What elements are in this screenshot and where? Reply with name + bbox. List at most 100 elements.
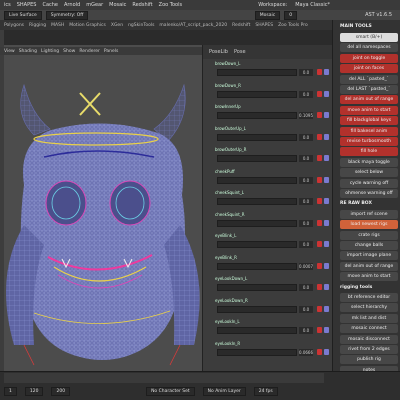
select-icon[interactable] [324, 241, 329, 247]
anim-layer-dropdown[interactable]: No Anim Layer [202, 386, 246, 396]
tool-button[interactable]: mosaic connect [340, 324, 398, 334]
workspace-value[interactable]: Maya Classic* [295, 2, 330, 8]
tool-button[interactable]: crate rigs [340, 230, 398, 240]
tool-button[interactable]: cycle warning off [340, 178, 398, 188]
tool-button[interactable]: rivet from 2 edges [340, 345, 398, 354]
tool-button[interactable]: load newest rigs [340, 220, 398, 230]
attribute-slider[interactable] [217, 327, 297, 334]
select-icon[interactable] [324, 112, 329, 118]
shelf-tab[interactable]: Redshift [232, 23, 250, 28]
shelf-tab[interactable]: MASH [51, 23, 64, 28]
viewport-menu-item[interactable]: Renderer [79, 49, 100, 54]
tool-button[interactable]: smart (B/+) [340, 33, 398, 42]
attribute-slider[interactable] [217, 90, 297, 98]
tool-button[interactable]: del anim out of range [340, 261, 398, 271]
menu-item[interactable]: Mosaic [109, 2, 126, 8]
viewport-menu-item[interactable]: View [4, 49, 15, 54]
key-icon[interactable] [317, 198, 322, 204]
attribute-value-field[interactable]: 0.0 [299, 198, 313, 205]
tool-button[interactable]: black maya toggle [340, 157, 398, 167]
fps-dropdown[interactable]: 24 fps [253, 386, 278, 396]
attribute-value-field[interactable]: 0.0 [299, 176, 313, 184]
start-frame-field[interactable]: 1 [4, 386, 17, 396]
shelf-tab[interactable]: SHAPES [255, 23, 273, 28]
attribute-value-field[interactable]: 0.1095 [299, 112, 313, 119]
shelf-tab[interactable]: malenko/AT_script_pack_2020 [159, 23, 227, 28]
attribute-slider[interactable] [217, 69, 297, 76]
numeric-field[interactable]: 0 [284, 10, 298, 20]
tool-button[interactable]: move anim to start [340, 105, 398, 115]
tool-button[interactable]: del all namespaces [340, 43, 398, 53]
key-icon[interactable] [317, 176, 322, 183]
select-icon[interactable] [324, 305, 329, 312]
shelf-tab[interactable]: ngSkinTools [128, 23, 154, 28]
shelf-tab[interactable]: XGen [111, 23, 123, 28]
character-set-dropdown[interactable]: No Character Set [146, 386, 195, 396]
key-icon[interactable] [317, 241, 322, 247]
range-start-field[interactable]: 120 [24, 386, 44, 396]
menu-item[interactable]: ics [4, 2, 11, 8]
shelf-tab[interactable]: Zoo Tools Pro [278, 23, 308, 28]
3d-viewport[interactable] [4, 45, 202, 371]
select-icon[interactable] [324, 155, 329, 161]
tool-button[interactable]: ohmense warning off [340, 189, 398, 198]
attribute-slider[interactable] [217, 284, 297, 291]
menu-item[interactable]: mGear [86, 2, 103, 8]
key-icon[interactable] [317, 327, 322, 333]
attribute-slider[interactable] [217, 198, 297, 205]
attribute-slider[interactable] [217, 176, 297, 184]
tool-button[interactable]: del ALL `pasted_` [340, 74, 398, 84]
attribute-slider[interactable] [217, 348, 297, 356]
menu-item[interactable]: Cache [42, 2, 58, 8]
tool-button[interactable]: publish rig [340, 355, 398, 365]
menu-item[interactable]: SHAPES [17, 2, 37, 8]
attribute-value-field[interactable]: 0.0666 [299, 348, 313, 356]
key-icon[interactable] [317, 305, 322, 312]
tool-button[interactable]: fill bakesel anim [340, 126, 398, 136]
attribute-value-field[interactable]: 0.0 [299, 327, 313, 334]
select-icon[interactable] [324, 176, 329, 183]
shelf-tab[interactable]: Rigging [29, 23, 46, 28]
attribute-slider[interactable] [217, 155, 297, 162]
attribute-value-field[interactable]: 0.0 [299, 90, 313, 98]
attribute-slider[interactable] [217, 305, 297, 313]
key-icon[interactable] [317, 133, 322, 140]
key-icon[interactable] [317, 219, 322, 226]
select-icon[interactable] [324, 262, 329, 269]
live-surface-field[interactable]: Live Surface [4, 10, 42, 20]
menu-item[interactable]: Arnold [64, 2, 80, 8]
attribute-value-field[interactable]: 0.0 [299, 305, 313, 313]
tab-poselib[interactable]: PoseLib [209, 49, 228, 55]
key-icon[interactable] [317, 69, 322, 75]
attribute-value-field[interactable]: 0.0 [299, 241, 313, 248]
viewport-menu-item[interactable]: Lighting [41, 49, 59, 54]
select-icon[interactable] [324, 133, 329, 140]
workspace-selector[interactable]: Workspace: Maya Classic* [258, 0, 330, 10]
tool-button[interactable]: import ref scene [340, 209, 398, 219]
shelf-tab[interactable]: Polygons [4, 23, 24, 28]
key-icon[interactable] [317, 155, 322, 161]
viewport-menu-item[interactable]: Show [63, 49, 75, 54]
tool-button[interactable]: import image plane [340, 251, 398, 261]
attribute-value-field[interactable]: 0.0 [299, 284, 313, 291]
attribute-value-field[interactable]: 0.0 [299, 219, 313, 227]
attribute-slider[interactable] [217, 112, 297, 119]
tool-button[interactable]: del anim out of range [340, 95, 398, 105]
tool-button[interactable]: select hierarchy [340, 303, 398, 313]
viewport-menu-item[interactable]: Panels [104, 49, 118, 54]
tool-button[interactable]: mk list and dist [340, 313, 398, 323]
key-icon[interactable] [317, 348, 322, 355]
viewport-menu-item[interactable]: Shading [19, 49, 37, 54]
time-slider[interactable] [4, 373, 324, 383]
select-icon[interactable] [324, 69, 329, 75]
tab-pose[interactable]: Pose [234, 49, 246, 55]
key-icon[interactable] [317, 112, 322, 118]
attribute-value-field[interactable]: 0.0 [299, 69, 313, 76]
attribute-value-field[interactable]: 0.0 [299, 133, 313, 141]
select-icon[interactable] [324, 198, 329, 204]
tool-button[interactable]: change balls [340, 241, 398, 250]
tool-button[interactable]: joint on faces [340, 64, 398, 74]
tool-button[interactable]: move anim to start [340, 272, 398, 282]
select-icon[interactable] [324, 327, 329, 333]
selection-field[interactable]: Mosaic [254, 10, 281, 20]
